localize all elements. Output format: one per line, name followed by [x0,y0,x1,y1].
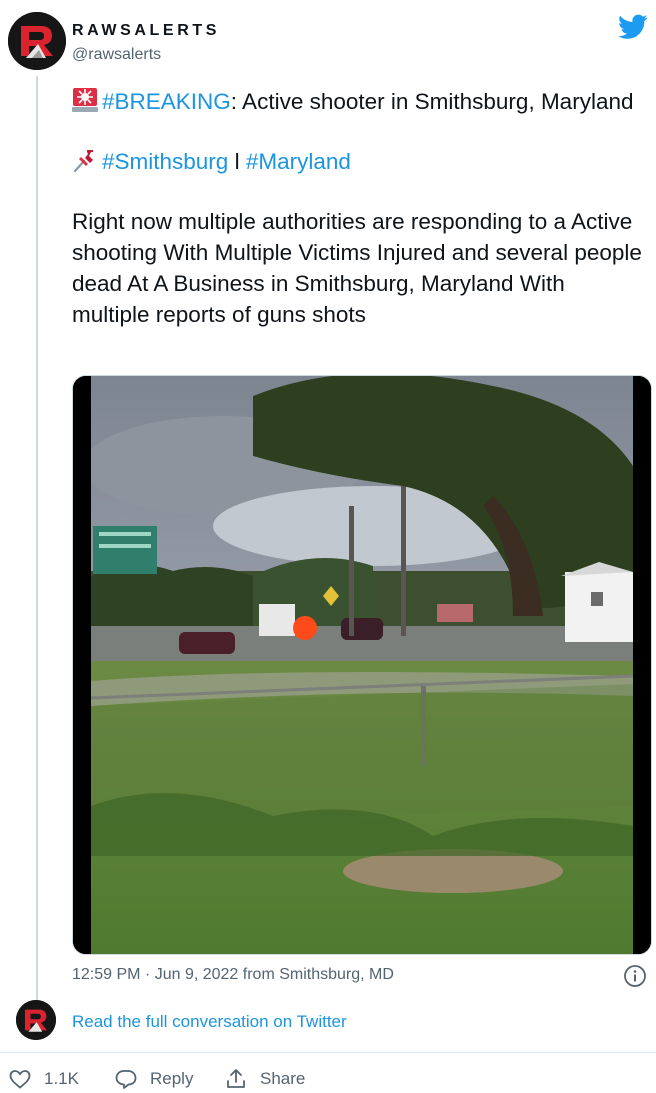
like-button[interactable]: 1.1K [8,1066,79,1092]
read-conversation-link[interactable]: Read the full conversation on Twitter [72,1012,347,1032]
tweet-text: #BREAKING: Active shooter in Smithsburg,… [72,86,644,330]
share-button[interactable]: Share [224,1066,305,1092]
tweet-body: Right now multiple authorities are respo… [72,209,642,327]
tweet-line-hashtags: #Smithsburg l #Maryland [72,146,644,177]
conversation-avatar[interactable] [16,1000,56,1040]
hashtag-breaking[interactable]: #BREAKING [102,89,231,114]
pushpin-emoji [73,150,93,173]
tweet-timestamp[interactable]: 12:59 PM · Jun 9, 2022 from Smithsburg, … [72,966,394,984]
account-handle[interactable]: @rawsalerts [72,46,161,64]
hashtag-separator: l [228,149,246,174]
hashtag-smithsburg[interactable]: #Smithsburg [102,149,228,174]
heart-icon [9,1070,31,1089]
reply-bubble-icon [115,1070,137,1089]
display-name[interactable]: RAWSALERTS [72,22,220,40]
share-label: Share [260,1069,306,1088]
tweet-line-breaking: #BREAKING: Active shooter in Smithsburg,… [72,86,644,117]
breaking-text: : Active shooter in Smithsburg, Maryland [230,89,634,114]
rotating-light-emoji [72,88,98,112]
video-frame [73,376,651,954]
divider [0,1052,656,1053]
twitter-bird-icon[interactable] [618,14,648,40]
thread-line [36,76,38,1000]
share-icon [227,1069,245,1088]
video-thumbnail[interactable] [72,375,652,955]
hashtag-maryland[interactable]: #Maryland [246,149,351,174]
reply-label: Reply [150,1069,194,1088]
info-icon[interactable] [623,964,647,988]
rawsalerts-logo-icon [8,12,66,70]
account-avatar[interactable] [8,12,66,70]
like-count: 1.1K [44,1069,79,1088]
rawsalerts-logo-icon [16,1000,56,1040]
reply-button[interactable]: Reply [114,1066,193,1092]
